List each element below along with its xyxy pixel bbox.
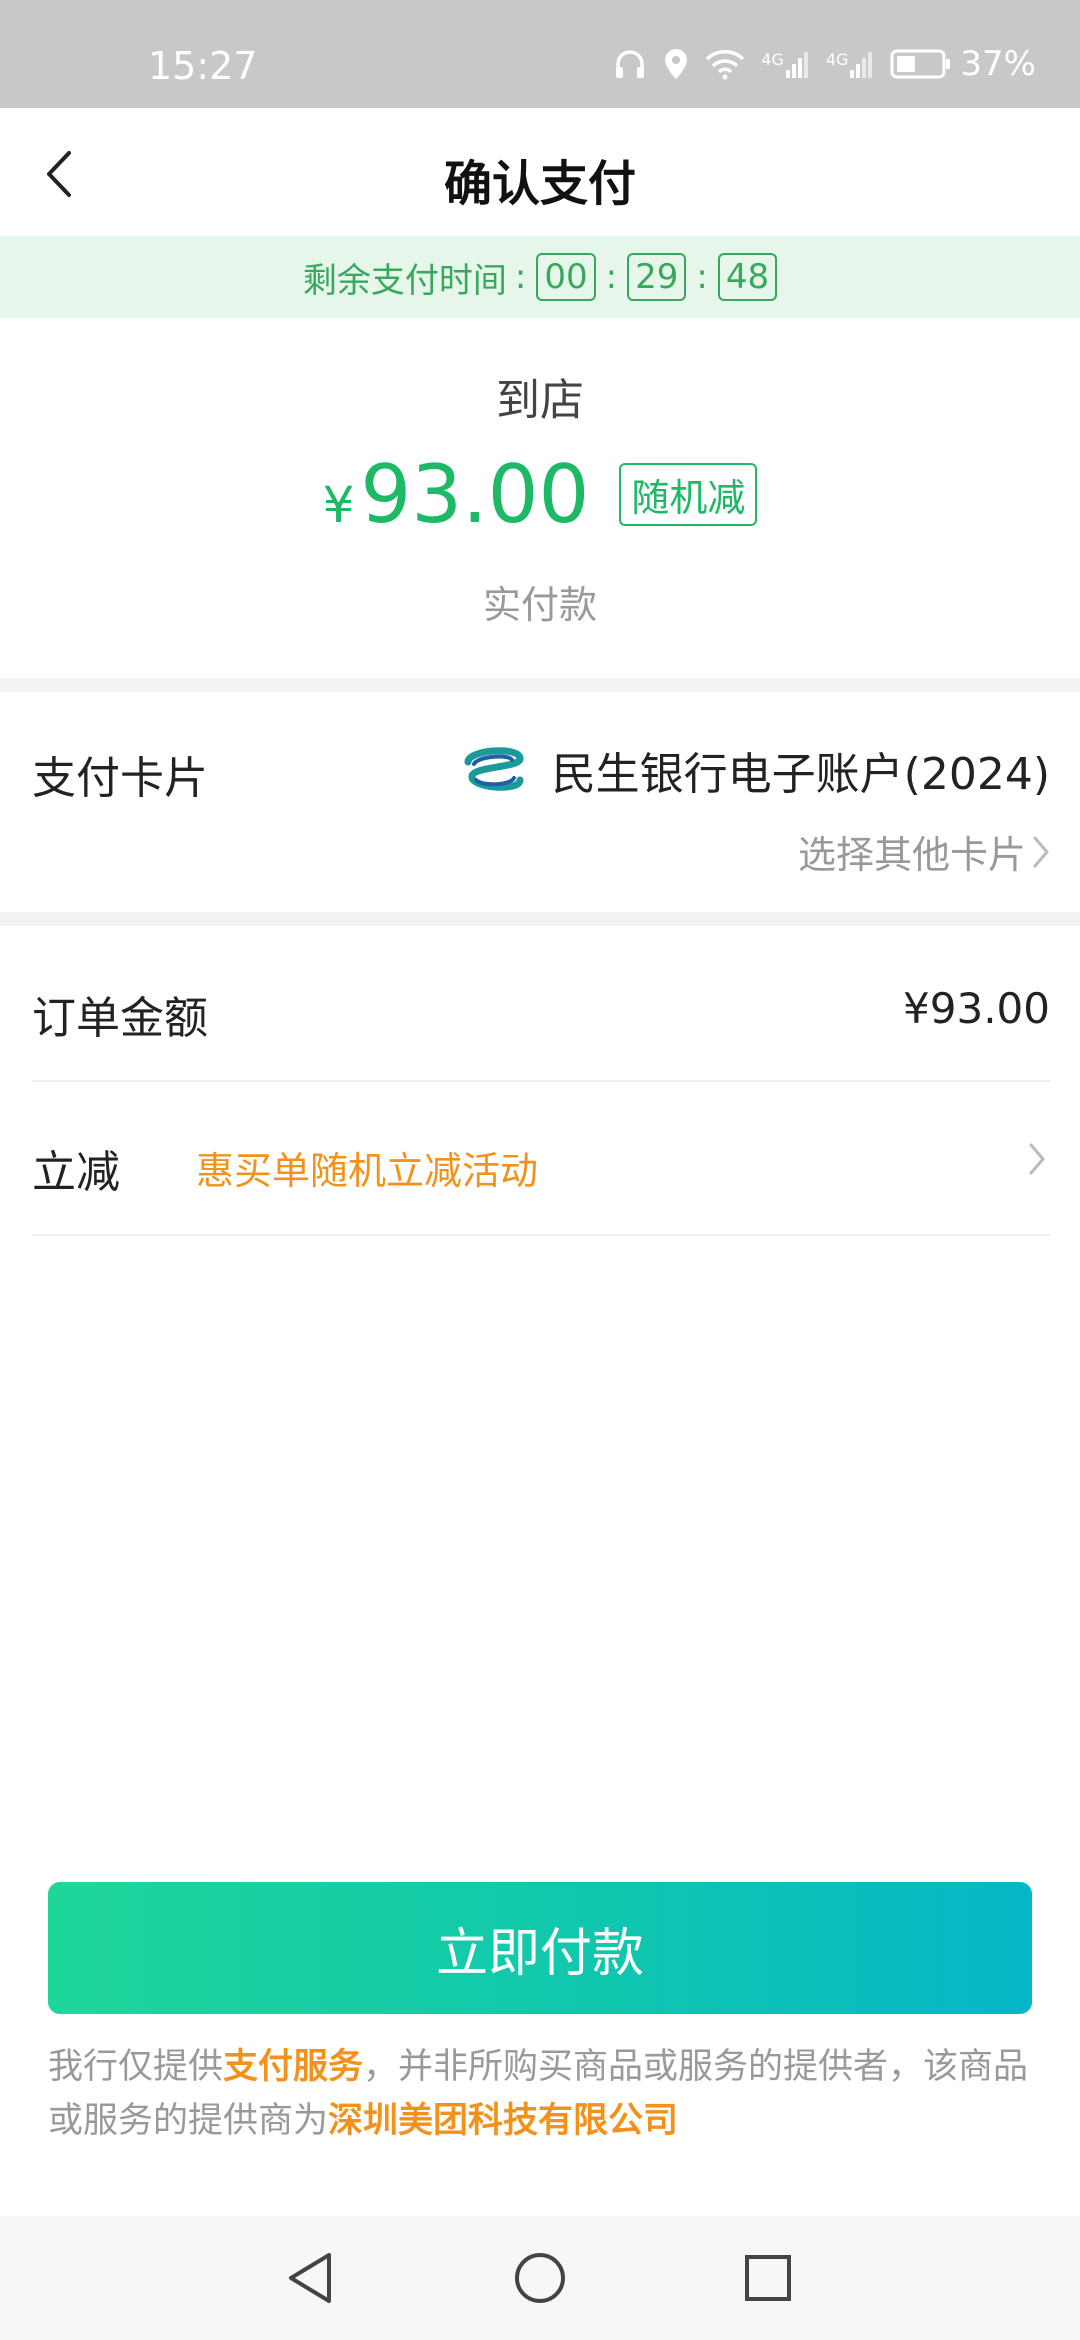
battery-icon [890,49,951,79]
payment-service-link[interactable]: 支付服务 [223,2047,363,2087]
selected-card[interactable]: 民生银行电子账户(2024) [460,738,1050,802]
circle-home-icon [515,2253,565,2303]
disclaimer-text: 我行仅提供 [48,2047,224,2087]
network-type-2: 4G [825,50,849,69]
discount-activity: 惠买单随机立减活动 [196,1149,539,1193]
discount-row[interactable]: 立减 惠买单随机立减活动 [32,1084,1050,1236]
nav-home-button[interactable] [508,2246,572,2310]
triangle-back-icon [289,2253,331,2303]
merchant-name: 到店 [496,375,584,426]
countdown-colon: : [514,257,527,297]
chevron-right-icon [1033,836,1049,867]
battery-indicator: 37% [890,44,1036,84]
countdown-seconds: 48 [717,253,778,301]
countdown-colon: : [605,257,618,297]
header: 确认支付 [0,108,1080,236]
choose-other-card-link[interactable]: 选择其他卡片 [798,824,1050,879]
signal-icon-2: 4G [826,50,875,78]
section-divider [0,912,1080,926]
random-discount-badge: 随机减 [619,463,758,526]
disclaimer: 我行仅提供支付服务，并非所购买商品或服务的提供者，该商品或服务的提供商为深圳美团… [48,2040,1032,2148]
currency-symbol: ¥ [322,476,355,534]
order-amount-label: 订单金额 [32,993,208,1044]
discount-label: 立减 [32,1147,120,1198]
page-title: 确认支付 [443,156,636,212]
order-amount-value: ¥93.00 [903,984,1050,1033]
wifi-icon [705,48,745,80]
signal-icon-1: 4G [761,50,810,78]
status-icons: 4G 4G 37% [613,44,1036,84]
countdown-minutes: 29 [627,253,687,301]
payment-countdown: 剩余支付时间 : 00 : 29 : 48 [0,236,1080,318]
nav-back-button[interactable] [278,2246,342,2310]
square-recents-icon [745,2255,791,2301]
chevron-right-icon [1029,1143,1045,1175]
minsheng-bank-logo-icon [464,747,524,791]
payment-card-section: 支付卡片 民生银行电子账户(2024) 选择其他卡片 [0,692,1080,912]
network-type-1: 4G [761,50,784,69]
section-divider [0,678,1080,692]
system-nav-bar [0,2216,1080,2340]
countdown-hours: 00 [536,253,596,301]
location-icon [663,47,689,81]
amount-row: ¥ 93.00 随机减 [0,448,1080,541]
order-amount-row: 订单金额 ¥93.00 [32,930,1050,1082]
choose-other-card-label: 选择其他卡片 [797,833,1026,877]
countdown-label: 剩余支付时间 [302,260,507,301]
card-name: 民生银行电子账户(2024) [551,749,1050,800]
countdown-colon: : [696,257,708,297]
headphones-icon [613,47,647,81]
status-time: 15:27 [148,44,258,88]
status-bar: 15:27 4G 4G 37% [0,0,1080,108]
battery-percent: 37% [960,44,1036,84]
amount-label: 实付款 [482,583,597,627]
card-label: 支付卡片 [32,753,208,804]
nav-recents-button[interactable] [736,2246,800,2310]
amount-summary: 到店 ¥ 93.00 随机减 实付款 [0,318,1080,678]
pay-amount: 93.00 [360,448,590,541]
provider-company-link[interactable]: 深圳美团科技有限公司 [328,2101,678,2141]
pay-now-button[interactable]: 立即付款 [48,1882,1032,2014]
